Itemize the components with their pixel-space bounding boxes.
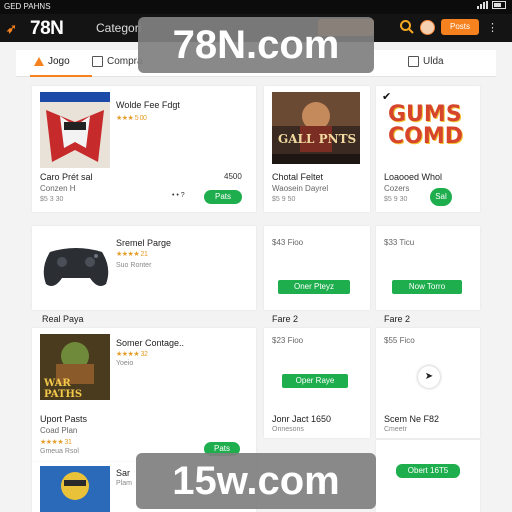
- controller-image[interactable]: [40, 238, 112, 292]
- game-cover[interactable]: WAR PATHS: [40, 334, 110, 400]
- tab-label: Ulda: [423, 56, 444, 67]
- card-title: Sar: [116, 468, 131, 478]
- product-sub: Cozers: [384, 184, 410, 193]
- tab-active-indicator: [30, 75, 92, 77]
- product-card[interactable]: GALL PNTS Chotal Feltet Waosein Dayrel $…: [264, 86, 370, 212]
- section-title: Fare 2: [384, 314, 411, 324]
- product-card[interactable]: $33 Ticu Now Torro: [376, 226, 480, 310]
- product-sub: Onnesons: [272, 426, 304, 433]
- offer-button[interactable]: Oper Raye: [282, 374, 348, 388]
- card-sub: Suo Ronter: [116, 262, 152, 269]
- product-card[interactable]: Wolde Fee Fdgt ★★★ 5 00 Caro Prét sal Co…: [32, 86, 256, 212]
- product-card[interactable]: $23 Fioo Oper Raye Jonr Jact 1650 Onneso…: [264, 328, 370, 438]
- product-name: Jonr Jact 1650: [272, 414, 332, 424]
- tab-ulda[interactable]: Ulda: [408, 56, 444, 67]
- cover-title: GUMS COMD: [388, 102, 464, 149]
- buy-button[interactable]: Sal: [430, 188, 452, 206]
- watermark-text: 15w.com: [172, 459, 340, 503]
- game-cover[interactable]: GALL PNTS: [272, 92, 360, 164]
- offer-button[interactable]: Oner Pteyz: [278, 280, 350, 294]
- status-icons: [477, 1, 506, 9]
- status-text: GED PAHNS: [4, 2, 51, 11]
- product-name: Caro Prét sal: [40, 172, 93, 182]
- product-price: $55 Fico: [384, 336, 415, 345]
- product-card[interactable]: Obert 16T5: [376, 440, 480, 512]
- offer-button[interactable]: Now Torro: [392, 280, 462, 294]
- search-icon[interactable]: [399, 19, 415, 35]
- warning-icon: [34, 57, 44, 66]
- product-sub: Waosein Dayrel: [272, 184, 329, 193]
- tab-jogo[interactable]: Jogo: [34, 56, 70, 67]
- product-sub: Cmeetr: [384, 426, 407, 433]
- section-title: Real Paya: [42, 314, 84, 324]
- rating-stars: ★★★ 5 00: [116, 115, 147, 122]
- product-name: Loaooed Whol: [384, 172, 443, 182]
- status-bar: GED PAHNS: [0, 0, 512, 14]
- rating-stars: ★★★★ 21: [116, 251, 148, 258]
- more-menu-icon[interactable]: ⋮: [487, 21, 498, 34]
- tab-label: Jogo: [48, 56, 70, 67]
- game-cover[interactable]: GUMS COMD: [382, 102, 476, 164]
- product-price: $23 Fioo: [272, 336, 304, 345]
- nav-categories[interactable]: Categori: [96, 21, 141, 35]
- product-card[interactable]: ✔ GUMS COMD Loaooed Whol Cozers $5 9 30 …: [376, 86, 480, 212]
- posts-button[interactable]: Posts: [441, 19, 479, 35]
- section-title: Fare 2: [272, 314, 299, 324]
- battery-icon: [492, 1, 506, 9]
- tab-compra[interactable]: Compra: [92, 56, 143, 67]
- price-tag: 4500: [224, 172, 242, 181]
- product-price: $5 3 30: [40, 196, 64, 203]
- card-title: Sremel Parge: [116, 238, 172, 248]
- product-card[interactable]: WAR PATHS Somer Contage.. ★★★★ 32 Yoeio …: [32, 328, 256, 462]
- watermark-text: 78N.com: [172, 23, 340, 67]
- product-name: Uport Pasts: [40, 414, 88, 424]
- product-price: $5 9 30: [384, 196, 408, 203]
- card-meta: • • ?: [172, 192, 185, 199]
- card-title: Wolde Fee Fdgt: [116, 100, 180, 110]
- product-price: $5 9 50: [272, 196, 296, 203]
- watermark-bottom: 15w.com: [136, 453, 376, 509]
- product-name: Chotal Feltet: [272, 172, 324, 182]
- product-name: Scem Ne F82: [384, 414, 440, 424]
- cart-icon: [92, 56, 103, 67]
- rating-stars: ★★★★ 31: [40, 439, 72, 446]
- product-price: $43 Fioo: [272, 238, 304, 247]
- rating-stars: ★★★★ 32: [116, 351, 148, 358]
- product-price: $33 Ticu: [384, 238, 415, 247]
- card-title: Somer Contage..: [116, 338, 185, 348]
- page-icon: [408, 56, 419, 67]
- cover-title: WAR PATHS: [44, 378, 83, 400]
- product-card[interactable]: $55 Fico ➤ Scem Ne F82 Cmeetr: [376, 328, 480, 438]
- signal-icon: [477, 1, 488, 9]
- app-logo[interactable]: 78N: [30, 18, 64, 40]
- next-arrow-icon[interactable]: ➤: [418, 366, 440, 388]
- offer-button[interactable]: Obert 16T5: [396, 464, 460, 478]
- product-card[interactable]: $43 Fioo Oner Pteyz: [264, 226, 370, 310]
- card-sub: Plam: [116, 480, 132, 487]
- game-cover[interactable]: [40, 92, 110, 168]
- card-sub: Yoeio: [116, 360, 134, 367]
- card-meta: Gmeua Rsol: [40, 448, 79, 455]
- cover-title: GALL PNTS: [278, 132, 357, 146]
- logo-icon: ➶: [6, 21, 17, 36]
- game-cover[interactable]: [40, 466, 110, 512]
- avatar[interactable]: [420, 20, 435, 35]
- buy-button[interactable]: Pats: [204, 190, 242, 204]
- watermark-top: 78N.com: [138, 17, 374, 73]
- product-card[interactable]: Sremel Parge ★★★★ 21 Suo Ronter: [32, 226, 256, 310]
- product-sub: Conzen H: [40, 184, 76, 193]
- product-sub: Coad Plan: [40, 426, 78, 435]
